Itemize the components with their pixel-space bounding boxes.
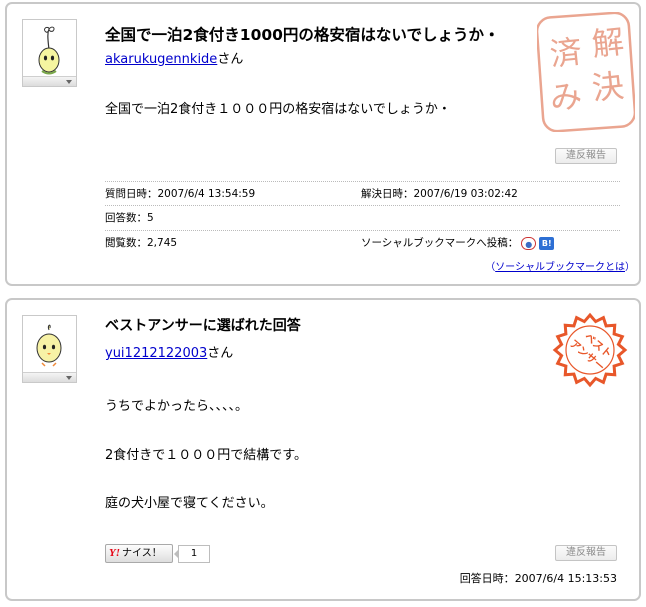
answers-value: 5 — [147, 212, 154, 224]
answer-line-2: 2食付きで１０００円で結構です。 — [105, 448, 307, 463]
answer-line-3: 庭の犬小屋で寝てください。 — [105, 496, 274, 511]
view-count: 閲覧数：2,745 — [105, 231, 177, 255]
answerer-username-link[interactable]: yui1212122003 — [105, 346, 207, 361]
answered-datetime: 回答日時：2007/6/4 15:13:53 — [460, 570, 617, 586]
social-bookmark-post: ソーシャルブックマークへ投稿： ● B! — [361, 231, 555, 255]
resolved-value: 2007/6/19 03:02:42 — [413, 188, 518, 200]
answer-line-1: うちでよかったら、、、、。 — [105, 399, 249, 414]
resolved-stamp-char-3: 済 — [548, 32, 584, 73]
sprout-avatar-icon — [38, 26, 60, 75]
hatena-b-icon[interactable]: B! — [539, 236, 555, 250]
question-body: 全国で一泊2食付き１０００円の格安宿はないでしょうか・ — [105, 102, 451, 117]
views-label: 閲覧数： — [105, 237, 147, 249]
best-answer-stamp: ベスト アンサー — [552, 312, 628, 388]
sbm-open-paren: （ — [485, 262, 496, 273]
resolved-datetime: 解決日時：2007/6/19 03:02:42 — [361, 182, 518, 206]
sbm-help: （ソーシャルブックマークとは） — [485, 258, 635, 273]
sbm-help-link[interactable]: ソーシャルブックマークとは — [495, 262, 625, 273]
dropdown-arrow-icon — [66, 80, 72, 84]
question-card: 全国で一泊2食付き1000円の格安宿はないでしょうか・ akarukugennk… — [5, 2, 641, 286]
avatar-menu-bar[interactable] — [23, 372, 76, 382]
answered-label: 回答日時： — [459, 572, 515, 585]
answerer-line: yui1212122003さん — [105, 342, 233, 361]
resolved-stamp: 解 決 済 み — [537, 12, 635, 132]
answers-label: 回答数： — [105, 212, 147, 224]
asked-value: 2007/6/4 13:54:59 — [157, 188, 256, 200]
best-answer-heading: ベストアンサーに選ばれた回答 — [105, 318, 301, 334]
sbm-close-paren: ） — [625, 262, 635, 273]
resolved-stamp-char-4: み — [548, 76, 584, 117]
answerer-avatar[interactable] — [22, 315, 77, 383]
nice-count: 1 — [174, 545, 210, 563]
meta-row-views: 閲覧数：2,745 ソーシャルブックマークへ投稿： ● B! — [105, 230, 620, 254]
question-title: 全国で一泊2食付き1000円の格安宿はないでしょうか・ — [105, 26, 500, 44]
meta-row-answers: 回答数：5 — [105, 205, 620, 229]
question-report-button[interactable]: 違反報告 — [555, 148, 617, 164]
questioner-suffix: さん — [217, 52, 244, 67]
dropdown-arrow-icon — [66, 376, 72, 380]
nice-button[interactable]: Y! ナイス！ — [105, 544, 173, 563]
yahoo-logo-icon: Y! — [109, 547, 120, 559]
questioner-line: akarukugennkideさん — [105, 48, 243, 67]
questioner-avatar[interactable] — [22, 19, 77, 87]
avatar-menu-bar[interactable] — [23, 76, 76, 86]
resolved-stamp-char-1: 解 — [590, 22, 626, 63]
best-answer-card: ベストアンサーに選ばれた回答 yui1212122003さん ベスト アンサー … — [5, 298, 641, 601]
questioner-username-link[interactable]: akarukugennkide — [105, 52, 217, 67]
chick-avatar-icon — [36, 324, 62, 367]
resolved-label: 解決日時： — [361, 188, 414, 200]
answerer-suffix: さん — [207, 346, 234, 361]
meta-row-dates: 質問日時：2007/6/4 13:54:59 解決日時：2007/6/19 03… — [105, 181, 620, 205]
answered-value: 2007/6/4 15:13:53 — [514, 572, 617, 585]
views-value: 2,745 — [147, 237, 178, 249]
nice-label: ナイス！ — [122, 548, 162, 559]
resolved-stamp-char-2: 決 — [590, 66, 626, 107]
bookmark-icon[interactable]: ● — [521, 236, 537, 250]
asked-datetime: 質問日時：2007/6/4 13:54:59 — [105, 182, 255, 206]
answer-report-button[interactable]: 違反報告 — [555, 545, 617, 561]
asked-label: 質問日時： — [105, 188, 158, 200]
answer-count: 回答数：5 — [105, 206, 154, 230]
social-label: ソーシャルブックマークへ投稿： — [361, 237, 519, 249]
